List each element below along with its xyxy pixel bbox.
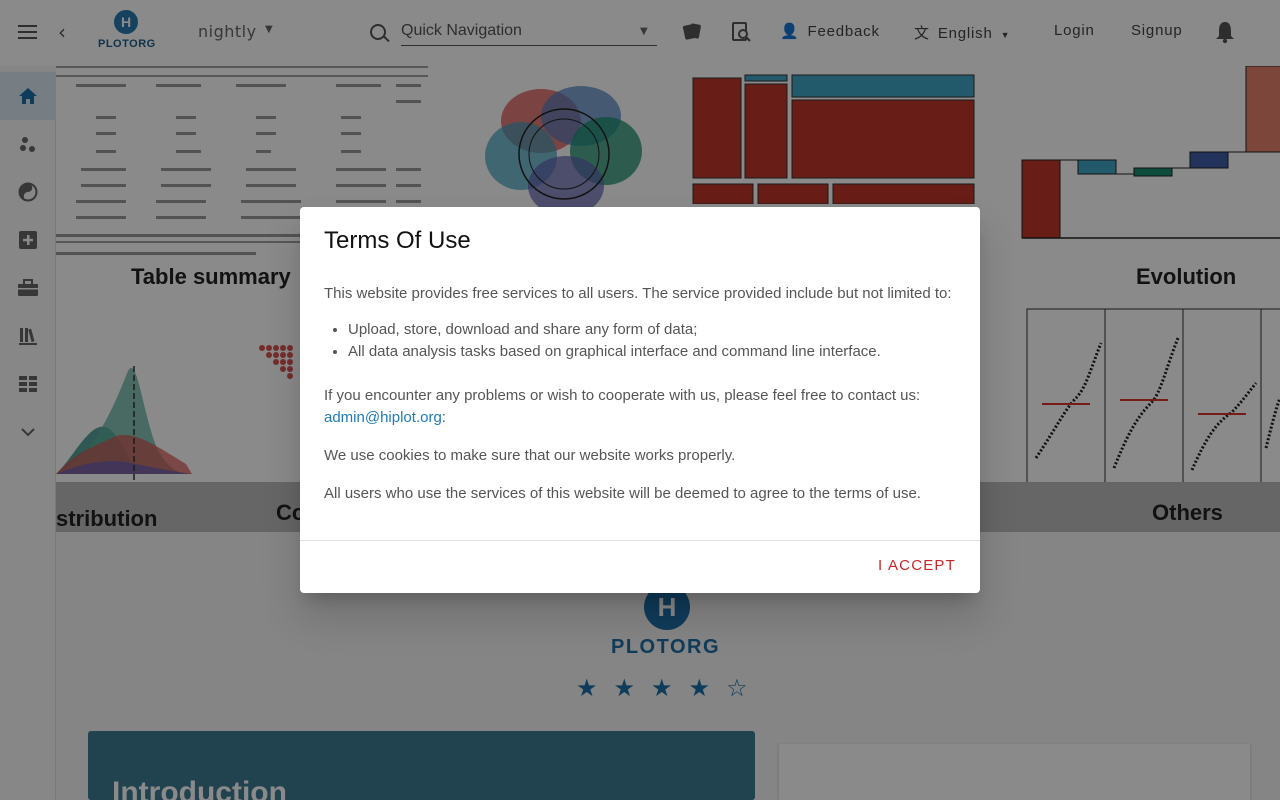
dialog-intro: This website provides free services to a… — [324, 285, 952, 302]
contact-text: If you encounter any problems or wish to… — [324, 387, 921, 404]
list-item: All data analysis tasks based on graphic… — [348, 341, 964, 363]
accept-button[interactable]: I ACCEPT — [878, 557, 956, 574]
terms-dialog: Terms Of Use This website provides free … — [300, 207, 980, 593]
contact-email-link[interactable]: admin@hiplot.org — [324, 409, 442, 426]
dialog-divider — [300, 540, 980, 541]
dialog-body: This website provides free services to a… — [324, 283, 964, 505]
dialog-title: Terms Of Use — [324, 227, 471, 254]
dialog-agree: All users who use the services of this w… — [324, 485, 921, 502]
contact-suffix: : — [441, 409, 446, 426]
dialog-contact: If you encounter any problems or wish to… — [324, 385, 964, 429]
dialog-cookies: We use cookies to make sure that our web… — [324, 447, 736, 464]
terms-list: Upload, store, download and share any fo… — [348, 319, 964, 363]
list-item: Upload, store, download and share any fo… — [348, 319, 964, 341]
